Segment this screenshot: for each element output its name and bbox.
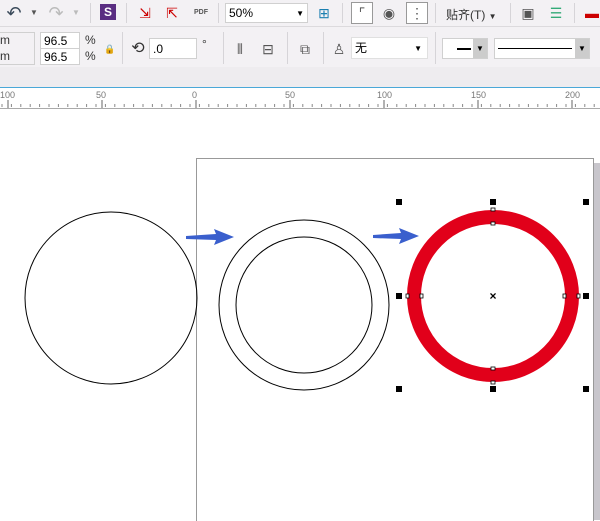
property-bar: m m 96.5 96.5 % % 🔒 ⟲ .0 ° ⫴ ⊟ ⧉ ♙ 无 ▼ ▼ …	[0, 27, 600, 67]
center-x-icon[interactable]: ×	[489, 289, 496, 303]
zoom-select[interactable]: 50% ▼	[225, 3, 308, 23]
import-icon[interactable]: ⇲	[135, 3, 155, 23]
scale-x-input[interactable]: 96.5	[40, 32, 80, 49]
transform-icon[interactable]: ⧉	[295, 39, 315, 59]
chevron-down-icon: ▼	[488, 12, 497, 21]
start-arrow-select[interactable]: ▼	[442, 38, 488, 59]
app-launcher-icon[interactable]: S	[100, 4, 116, 20]
ruler-label: 100	[377, 90, 393, 100]
drawing-canvas[interactable]: ×	[0, 108, 600, 520]
lock-ratio-icon[interactable]: 🔒	[100, 39, 120, 59]
redo-icon[interactable]: ↷	[46, 3, 66, 23]
original-circle[interactable]	[24, 211, 198, 385]
fullscreen-icon[interactable]: ⊞	[314, 3, 334, 23]
mirror-v-icon[interactable]: ⊟	[258, 39, 278, 59]
launch-icon[interactable]: ▬	[582, 3, 600, 23]
rotate-icon: ⟲	[131, 40, 145, 57]
chevron-down-icon: ▼	[473, 39, 487, 58]
pen-icon: ♙	[332, 41, 346, 57]
scale-y-input[interactable]: 96.5	[40, 48, 80, 65]
rulers-icon[interactable]: ⌜	[351, 2, 373, 24]
ruler-label: 100	[0, 90, 16, 100]
snap-dropdown[interactable]: 贴齐(T) ▼	[446, 6, 497, 23]
ruler-label: 0	[192, 90, 198, 100]
arrow-icon	[186, 229, 234, 245]
mirror-h-icon[interactable]: ⫴	[230, 39, 250, 59]
export-icon[interactable]: ⇱	[162, 3, 182, 23]
chevron-down-icon: ▼	[296, 9, 304, 18]
chevron-down-icon: ▼	[414, 44, 422, 53]
ruler-label: 50	[96, 90, 107, 100]
line-style-select[interactable]: ▼	[494, 38, 590, 59]
outer-circle[interactable]	[218, 219, 390, 391]
guidelines-icon[interactable]: ⋮	[406, 2, 428, 24]
grid-icon[interactable]: ◉	[379, 3, 399, 23]
ruler-label: 200	[565, 90, 581, 100]
redo-dropdown-icon[interactable]: ▼	[66, 3, 86, 23]
pdf-icon[interactable]: PDF	[191, 3, 211, 23]
outline-width-select[interactable]: 无 ▼	[351, 37, 428, 59]
chevron-down-icon: ▼	[575, 39, 589, 58]
inner-circle[interactable]	[235, 236, 373, 374]
ruler-label: 150	[471, 90, 487, 100]
checklist-icon[interactable]: ☰	[546, 3, 566, 23]
options-icon[interactable]: ▣	[518, 3, 538, 23]
arrow-icon	[373, 228, 419, 244]
horizontal-ruler[interactable]: 100 50 0 50 100 150 200	[0, 88, 600, 109]
rotation-input[interactable]: .0	[149, 38, 197, 59]
ruler-label: 50	[285, 90, 296, 100]
undo-dropdown-icon[interactable]: ▼	[24, 3, 44, 23]
undo-icon[interactable]: ↶	[4, 3, 24, 23]
standard-toolbar: ↶ ▼ ↷ ▼ S ⇲ ⇱ PDF 50% ▼ ⊞ ⌜ ◉ ⋮ 贴齐(T) ▼ ▣…	[0, 0, 600, 27]
